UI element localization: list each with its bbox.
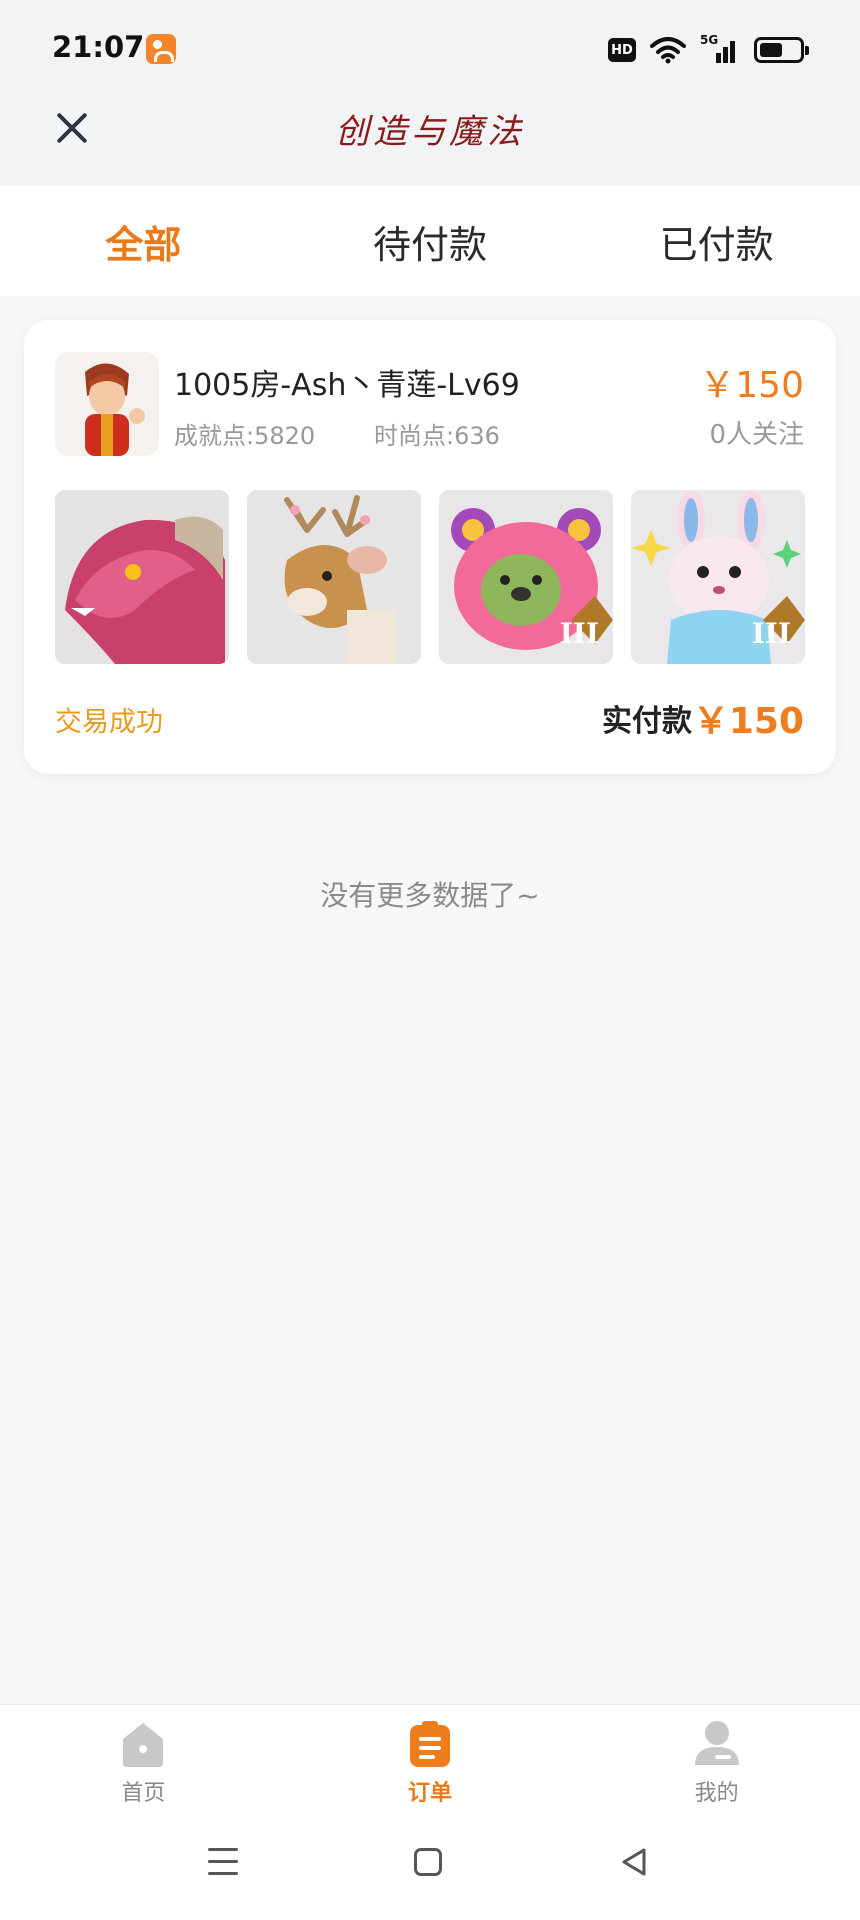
paid-label: 实付款 xyxy=(602,704,692,739)
menu-line xyxy=(208,1872,238,1875)
signal-bar xyxy=(716,53,721,63)
tab-pending-payment[interactable]: 待付款 xyxy=(287,186,574,296)
nav-profile[interactable]: 我的 xyxy=(573,1705,860,1812)
profile-icon xyxy=(694,1721,739,1765)
menu-line xyxy=(208,1860,238,1863)
nav-profile-label: 我的 xyxy=(694,1781,739,1806)
signal-icon: 5G xyxy=(700,33,740,65)
status-bar: 21:07 HD 5G xyxy=(0,0,860,100)
tab-paid[interactable]: 已付款 xyxy=(573,186,860,296)
order-tabs: 全部 待付款 已付款 xyxy=(0,186,860,296)
app-notification-icon xyxy=(146,34,176,64)
back-icon[interactable] xyxy=(620,1848,648,1876)
nav-home[interactable]: 首页 xyxy=(0,1705,287,1812)
hd-badge: HD xyxy=(608,38,636,62)
tier-badge: III xyxy=(559,617,599,650)
pink-bear-thumbnail[interactable]: III xyxy=(439,490,613,664)
menu-line xyxy=(208,1848,238,1851)
signal-bar xyxy=(723,47,728,63)
dragon-mount-thumbnail[interactable] xyxy=(55,490,229,664)
follower-count: 0人关注 xyxy=(709,420,804,450)
nav-orders[interactable]: 订单 xyxy=(287,1705,574,1812)
header-title: 创造与魔法 xyxy=(335,112,525,152)
deer-icon xyxy=(247,490,421,664)
network-type-label: 5G xyxy=(700,33,719,47)
dragon-icon xyxy=(55,490,229,664)
signal-bar xyxy=(730,41,735,63)
battery-icon xyxy=(754,37,809,63)
order-status: 交易成功 xyxy=(55,707,163,738)
recent-apps-icon[interactable] xyxy=(208,1848,238,1876)
seller-avatar xyxy=(55,352,159,456)
home-icon xyxy=(123,1723,164,1767)
paid-amount: ￥150 xyxy=(692,701,804,742)
tier-badge: III xyxy=(751,617,791,650)
item-thumbnails: III III xyxy=(55,490,805,664)
screen: 21:07 HD 5G 创造与魔法 全部 待付款 已付款 1005房-Ash丶青… xyxy=(0,0,860,1920)
achievement-points: 成就点:5820 xyxy=(174,422,316,450)
fashion-points: 时尚点:636 xyxy=(374,422,500,450)
deer-mount-thumbnail[interactable] xyxy=(247,490,421,664)
header: 创造与魔法 xyxy=(0,100,860,186)
seller-name: 1005房-Ash丶青莲-Lv69 xyxy=(174,368,520,403)
bunny-thumbnail[interactable]: III xyxy=(631,490,805,664)
order-card[interactable]: 1005房-Ash丶青莲-Lv69 成就点:5820 时尚点:636 ￥150 … xyxy=(24,320,836,774)
system-home-icon[interactable] xyxy=(414,1848,442,1876)
order-price: ￥150 xyxy=(699,365,804,406)
character-avatar-icon xyxy=(55,352,159,456)
system-nav-bar xyxy=(0,1812,860,1920)
status-icons: HD 5G xyxy=(608,33,809,66)
list-end-text: 没有更多数据了~ xyxy=(320,879,540,912)
nav-home-label: 首页 xyxy=(121,1781,166,1806)
nav-orders-label: 订单 xyxy=(408,1781,453,1806)
order-icon xyxy=(410,1721,450,1767)
status-time: 21:07 xyxy=(52,30,145,64)
wifi-icon xyxy=(650,37,686,64)
tab-all[interactable]: 全部 xyxy=(0,186,287,296)
bottom-nav: 首页 订单 我的 xyxy=(0,1704,860,1812)
